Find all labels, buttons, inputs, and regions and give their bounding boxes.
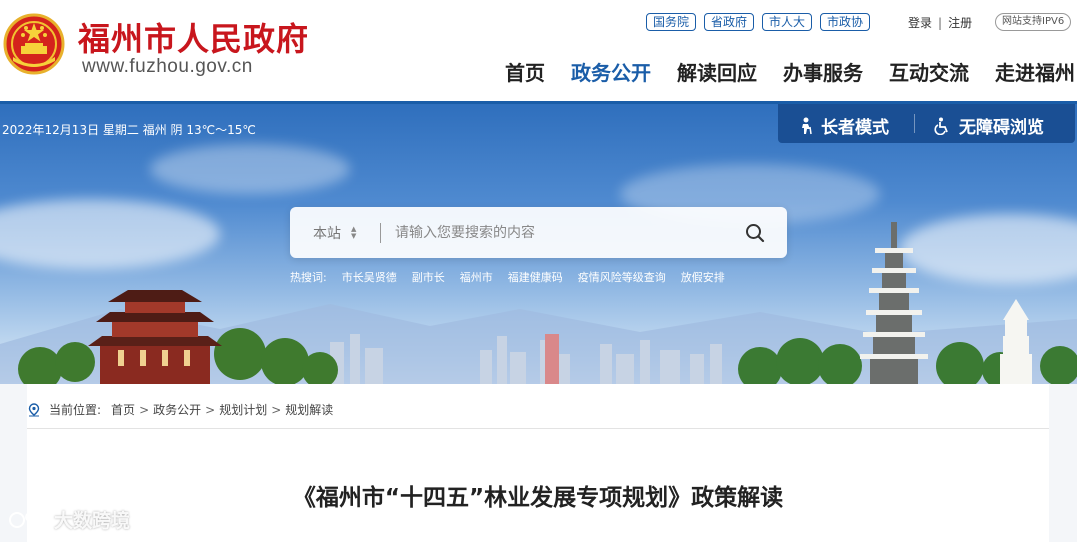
gov-link-state-council[interactable]: 国务院 — [646, 13, 697, 31]
wheelchair-icon — [934, 117, 948, 135]
site-header: 福州市人民政府 www.fuzhou.gov.cn 国务院 省政府 市人大 市政… — [0, 0, 1077, 102]
gov-links: 国务院 省政府 市人大 市政协 — [646, 13, 871, 31]
breadcrumb-item-government-affairs[interactable]: 政务公开 — [153, 401, 201, 418]
nav-item-interaction[interactable]: 互动交流 — [889, 57, 969, 86]
hot-word[interactable]: 放假安排 — [681, 269, 725, 285]
article-panel: 当前位置: 首页 > 政务公开 > 规划计划 > 规划解读 《福州市“十四五”林… — [27, 384, 1049, 542]
search-input[interactable] — [395, 220, 725, 246]
accessibility-bar: 长者模式 无障碍浏览 — [778, 104, 1075, 143]
register-link[interactable]: 注册 — [948, 16, 972, 30]
hot-search-label: 热搜词: — [290, 271, 327, 284]
national-emblem-icon — [3, 13, 65, 75]
nav-item-interpretation[interactable]: 解读回应 — [677, 57, 757, 86]
auth-separator: | — [938, 16, 943, 30]
search-scope-label: 本站 — [313, 226, 341, 242]
page: 福州市人民政府 www.fuzhou.gov.cn 国务院 省政府 市人大 市政… — [0, 0, 1077, 542]
breadcrumb-separator: > — [205, 402, 216, 417]
search-icon[interactable] — [744, 222, 766, 244]
article-title: 《福州市“十四五”林业发展专项规划》政策解读 — [292, 485, 784, 511]
watermark-text: 大数跨境 — [54, 510, 131, 532]
breadcrumb-item-plans[interactable]: 规划计划 — [219, 401, 267, 418]
breadcrumb-item-home[interactable]: 首页 — [111, 401, 135, 418]
gov-link-municipal-cppcc[interactable]: 市政协 — [820, 13, 871, 31]
nav-item-services[interactable]: 办事服务 — [783, 57, 863, 86]
breadcrumb-separator: > — [139, 402, 150, 417]
breadcrumb-label: 当前位置: — [49, 403, 102, 417]
main-nav: 首页 政务公开 解读回应 办事服务 互动交流 走进福州 — [505, 57, 1075, 86]
hot-word[interactable]: 副市长 — [412, 269, 445, 285]
search-scope-select[interactable]: 本站 ▲ ▼ — [313, 223, 356, 243]
site-name[interactable]: 福州市人民政府 — [78, 14, 309, 60]
elder-mode-label: 长者模式 — [821, 118, 889, 138]
ipv6-badge: 网站支持IPV6 — [995, 13, 1072, 31]
gov-link-municipal-congress[interactable]: 市人大 — [762, 13, 813, 31]
breadcrumb: 当前位置: 首页 > 政务公开 > 规划计划 > 规划解读 — [27, 401, 333, 418]
gov-link-provincial-government[interactable]: 省政府 — [704, 13, 755, 31]
barrier-free-label: 无障碍浏览 — [959, 118, 1044, 138]
hot-word[interactable]: 市长吴贤德 — [342, 269, 397, 285]
auth-links: 登录 | 注册 — [908, 14, 972, 31]
barrier-free-button[interactable]: 无障碍浏览 — [934, 113, 1044, 138]
login-link[interactable]: 登录 — [908, 16, 932, 30]
hot-word[interactable]: 福建健康码 — [508, 269, 563, 285]
hot-search-words: 热搜词: 市长吴贤德 副市长 福州市 福建健康码 疫情风险等级查询 放假安排 — [290, 269, 725, 285]
elder-person-icon — [802, 117, 812, 134]
search-box: 本站 ▲ ▼ — [290, 207, 787, 258]
accessibility-divider — [914, 114, 915, 133]
hot-word[interactable]: 福州市 — [460, 269, 493, 285]
watermark-logo-icon — [9, 511, 47, 528]
site-url: www.fuzhou.gov.cn — [82, 56, 253, 77]
content-area: 当前位置: 首页 > 政务公开 > 规划计划 > 规划解读 《福州市“十四五”林… — [0, 384, 1077, 542]
nav-item-home[interactable]: 首页 — [505, 57, 545, 86]
sort-arrows-icon: ▲ ▼ — [351, 225, 357, 240]
hot-word[interactable]: 疫情风险等级查询 — [578, 269, 666, 285]
watermark: 大数跨境 — [8, 506, 130, 533]
breadcrumb-item-plan-interpretation[interactable]: 规划解读 — [285, 401, 333, 418]
location-pin-icon — [28, 402, 40, 416]
elder-mode-button[interactable]: 长者模式 — [798, 113, 889, 138]
breadcrumb-divider — [27, 428, 1049, 429]
date-weather-info: 2022年12月13日 星期二 福州 阴 13℃～15℃ — [2, 123, 256, 137]
nav-item-about-fuzhou[interactable]: 走进福州 — [995, 57, 1075, 86]
nav-item-government-affairs[interactable]: 政务公开 — [571, 57, 651, 86]
breadcrumb-separator: > — [271, 402, 282, 417]
banner: 2022年12月13日 星期二 福州 阴 13℃～15℃ 长者模式 无障碍浏览 — [0, 104, 1077, 384]
search-divider — [380, 223, 381, 243]
